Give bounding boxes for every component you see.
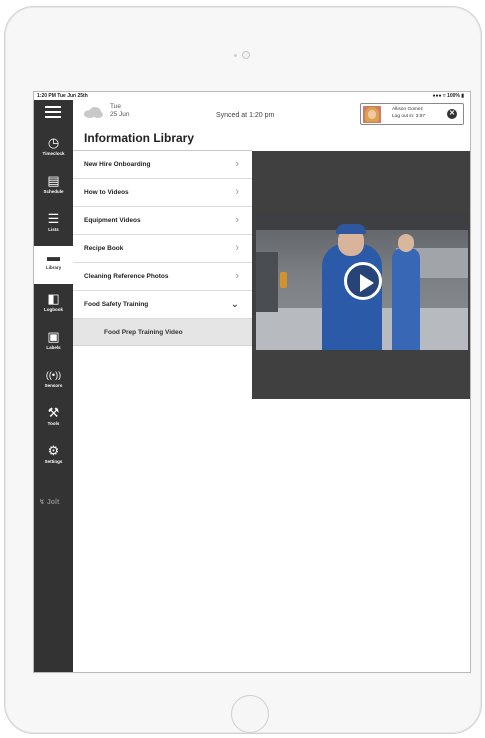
sidebar-item-timeclock[interactable]: ◷ Timeclock xyxy=(34,132,73,168)
list-item-label: Cleaning Reference Photos xyxy=(84,273,169,280)
sensor-signal-icon: ((•)) xyxy=(45,370,62,380)
cloud-icon xyxy=(84,107,103,118)
list-item-label: Food Safety Training xyxy=(84,301,149,308)
status-indicators: ●●● ≈ 100% ▮ xyxy=(432,93,464,99)
chevron-right-icon: › xyxy=(235,158,239,170)
list-item-label: Food Prep Training Video xyxy=(104,329,183,336)
clock-icon: ◷ xyxy=(47,135,60,150)
list-item-recipe-book[interactable]: Recipe Book › xyxy=(73,235,252,263)
logout-close-icon[interactable]: ✕ xyxy=(447,109,457,119)
app-screen: 1:20 PM Tue Jun 25th ●●● ≈ 100% ▮ ◷ Time… xyxy=(33,91,471,673)
sub-item-food-prep-training-video[interactable]: Food Prep Training Video xyxy=(73,319,252,346)
sidebar-item-schedule[interactable]: ▤ Schedule xyxy=(34,170,73,206)
tablet-device: 1:20 PM Tue Jun 25th ●●● ≈ 100% ▮ ◷ Time… xyxy=(4,6,482,734)
list-item-cleaning-reference-photos[interactable]: Cleaning Reference Photos › xyxy=(73,263,252,291)
chevron-right-icon: › xyxy=(235,242,239,254)
wrench-icon: ⚒ xyxy=(47,405,60,420)
header-bar: Tue 25 Jun Synced at 1:20 pm Allison Gom… xyxy=(73,100,470,128)
sidebar: ◷ Timeclock ▤ Schedule ☰ Lists ▬ Library… xyxy=(34,100,73,672)
sidebar-item-lists[interactable]: ☰ Lists xyxy=(34,208,73,244)
sidebar-item-label: Library xyxy=(45,265,62,270)
sidebar-item-settings[interactable]: ⚙ Settings xyxy=(34,440,73,476)
camera-sensor xyxy=(234,54,237,57)
sidebar-item-label: Logbook xyxy=(44,307,63,312)
list-item-label: Equipment Videos xyxy=(84,217,141,224)
chevron-right-icon: › xyxy=(235,186,239,198)
battery-level: 100% xyxy=(447,93,460,99)
chevron-right-icon: › xyxy=(235,214,239,226)
status-time-date: 1:20 PM Tue Jun 25th xyxy=(37,93,88,99)
gear-icon: ⚙ xyxy=(47,443,60,458)
sidebar-item-sensors[interactable]: ((•)) Sensors xyxy=(34,364,73,400)
weekday: Tue xyxy=(110,103,121,110)
sidebar-item-label: Tools xyxy=(47,421,60,426)
folder-icon: ▬ xyxy=(47,249,60,264)
chevron-right-icon: › xyxy=(235,270,239,282)
list-item-food-safety-training[interactable]: Food Safety Training ⌄ xyxy=(73,291,252,319)
book-icon: ◧ xyxy=(47,291,60,306)
sync-status: Synced at 1:20 pm xyxy=(216,112,275,119)
calendar-icon: ▤ xyxy=(47,173,60,188)
user-name: Allison Gomez xyxy=(392,107,423,112)
play-icon[interactable] xyxy=(344,262,382,300)
list-item-label: New Hire Onboarding xyxy=(84,161,151,168)
sidebar-item-library[interactable]: ▬ Library xyxy=(34,246,73,284)
day-month: 25 Jun xyxy=(110,111,130,118)
sidebar-item-label: Labels xyxy=(46,345,61,350)
battery-icon: ▮ xyxy=(461,93,464,99)
sidebar-item-tools[interactable]: ⚒ Tools xyxy=(34,402,73,438)
sidebar-item-label: Schedule xyxy=(43,189,64,194)
sidebar-item-logbook[interactable]: ◧ Logbook xyxy=(34,288,73,324)
sidebar-item-label: Timeclock xyxy=(42,151,65,156)
checklist-icon: ☰ xyxy=(47,211,60,226)
sidebar-item-label: Settings xyxy=(44,459,63,464)
list-item-new-hire-onboarding[interactable]: New Hire Onboarding › xyxy=(73,151,252,179)
label-printer-icon: ▣ xyxy=(47,329,60,344)
status-bar: 1:20 PM Tue Jun 25th ●●● ≈ 100% ▮ xyxy=(34,92,470,100)
library-list: New Hire Onboarding › How to Videos › Eq… xyxy=(73,151,252,346)
list-item-equipment-videos[interactable]: Equipment Videos › xyxy=(73,207,252,235)
lightning-icon: ↯ xyxy=(39,499,45,506)
sidebar-item-label: Sensors xyxy=(44,383,63,388)
home-button[interactable] xyxy=(231,695,269,733)
list-item-how-to-videos[interactable]: How to Videos › xyxy=(73,179,252,207)
sidebar-item-label: Lists xyxy=(48,227,59,232)
signal-wifi-icon: ●●● ≈ xyxy=(432,93,448,99)
hamburger-menu-icon[interactable] xyxy=(45,106,61,118)
list-item-label: How to Videos xyxy=(84,189,129,196)
video-panel xyxy=(252,151,470,399)
jolt-logo: ↯ Jolt xyxy=(39,499,60,506)
logout-timer: Log out in: 3:57 xyxy=(392,114,426,119)
video-player[interactable] xyxy=(256,212,468,350)
front-camera xyxy=(242,51,250,59)
page-title: Information Library xyxy=(84,131,195,145)
sidebar-item-labels[interactable]: ▣ Labels xyxy=(34,326,73,362)
avatar xyxy=(363,106,381,123)
date-display: Tue 25 Jun xyxy=(110,103,130,119)
user-card[interactable]: Allison Gomez Log out in: 3:57 ✕ xyxy=(360,103,464,125)
list-item-label: Recipe Book xyxy=(84,245,124,252)
chevron-down-icon: ⌄ xyxy=(230,299,239,310)
